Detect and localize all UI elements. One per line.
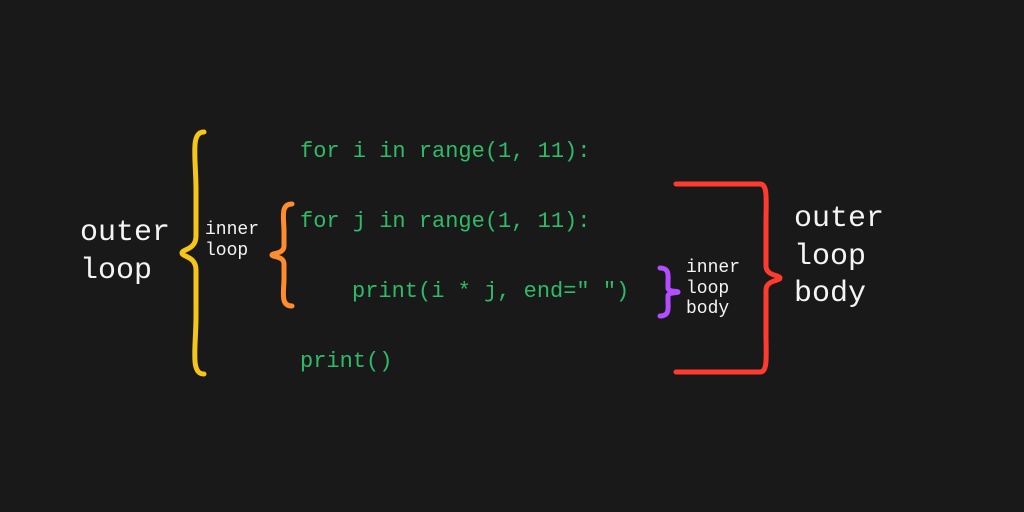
code-line-1: for i in range(1, 11): [300,127,590,177]
brace-inner-right [656,264,682,320]
code-line-4: print() [300,337,392,387]
diagram-stage: outer loop inner loop inner loop body ou… [0,0,1024,512]
label-outer-loop: outer loop [80,215,170,290]
label-inner-loop: inner loop [205,220,259,261]
code-line-3: print(i * j, end=" ") [352,267,629,317]
brace-inner-left [268,200,296,310]
label-outer-loop-body: outer loop body [794,201,884,314]
brace-outer-left [178,128,208,378]
label-inner-loop-body: inner loop body [686,258,740,320]
code-line-2: for j in range(1, 11): [300,197,590,247]
brace-outer-right [746,178,786,378]
